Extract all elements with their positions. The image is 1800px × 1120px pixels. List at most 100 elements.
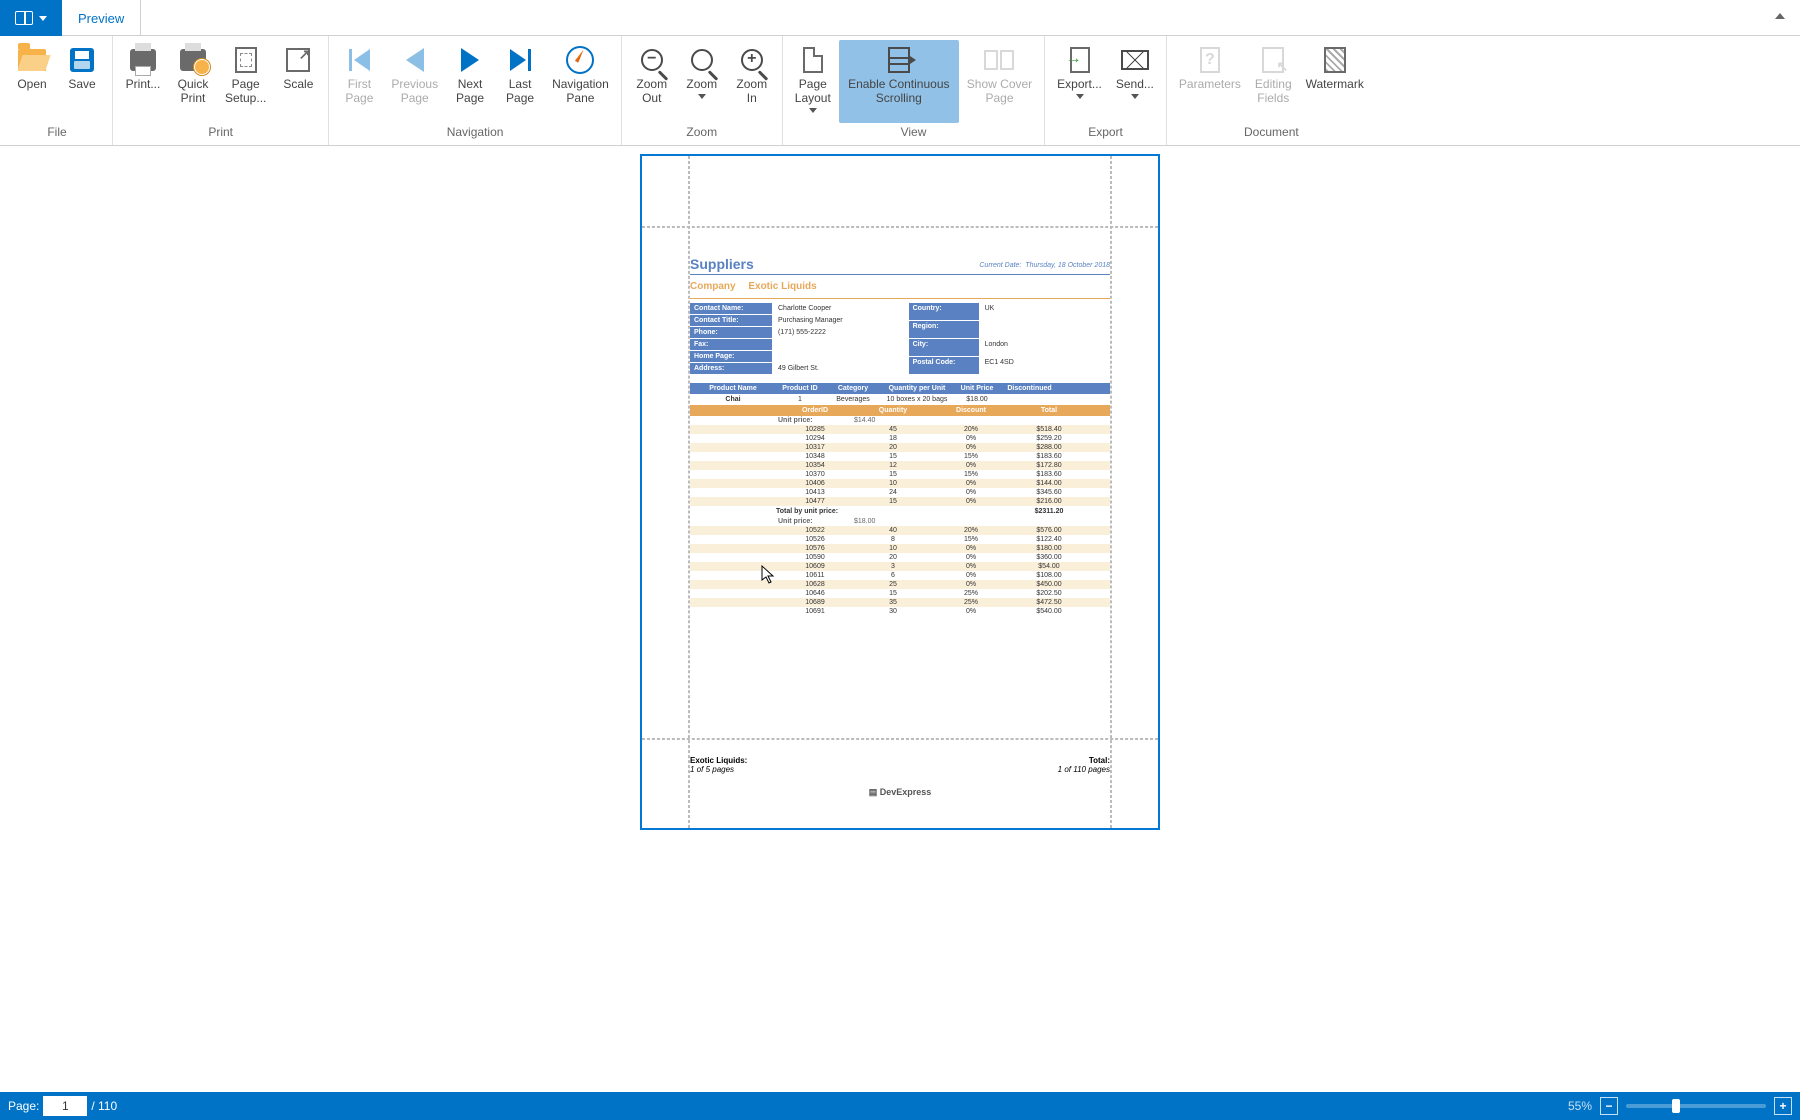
group-navigation: First Page Previous Page Next Page Last … xyxy=(329,36,621,145)
report-date: Current Date: Thursday, 18 October 2018 xyxy=(979,262,1110,269)
parameters-icon: ? xyxy=(1200,47,1220,73)
group-label-document: Document xyxy=(1173,123,1370,143)
continuous-scrolling-button[interactable]: Enable Continuous Scrolling xyxy=(839,40,959,123)
zoom-slider-thumb[interactable] xyxy=(1672,1099,1680,1113)
contact-info: Contact Name:Charlotte Cooper Contact Ti… xyxy=(690,303,849,375)
group-label-file: File xyxy=(8,123,106,143)
report-page[interactable]: Current Date: Thursday, 18 October 2018 … xyxy=(640,154,1160,830)
export-button[interactable]: Export... xyxy=(1051,40,1108,123)
last-page-button[interactable]: Last Page xyxy=(496,40,544,123)
collapse-ribbon-button[interactable] xyxy=(1772,8,1788,24)
order-row: 106461525%$202.50 xyxy=(690,589,1110,598)
margin-guide xyxy=(1110,156,1112,828)
page-footer: Exotic Liquids:1 of 5 pages Total:1 of 1… xyxy=(690,756,1110,774)
send-button[interactable]: Send... xyxy=(1110,40,1160,123)
order-row: 10317200%$288.00 xyxy=(690,443,1110,452)
order-row: 103481515%$183.60 xyxy=(690,452,1110,461)
tab-preview[interactable]: Preview xyxy=(62,0,141,36)
group-print: Print... Quick Print Page Setup... Scale… xyxy=(113,36,329,145)
page-label: Page: xyxy=(8,1099,39,1113)
preview-area[interactable]: Current Date: Thursday, 18 October 2018 … xyxy=(0,146,1800,1092)
next-page-button[interactable]: Next Page xyxy=(446,40,494,123)
previous-page-icon xyxy=(406,48,424,72)
zoom-percent: 55% xyxy=(1568,1099,1592,1113)
folder-open-icon xyxy=(18,49,46,71)
previous-page-button: Previous Page xyxy=(385,40,444,123)
zoom-in-button[interactable]: Zoom In xyxy=(728,40,776,123)
order-row: 106893525%$472.50 xyxy=(690,598,1110,607)
order-row: 103701515%$183.60 xyxy=(690,470,1110,479)
order-row: 10691300%$540.00 xyxy=(690,607,1110,616)
save-icon xyxy=(70,48,94,72)
editing-fields-icon xyxy=(1262,47,1284,73)
order-row: 105224020%$576.00 xyxy=(690,526,1110,535)
order-row: 1061160%$108.00 xyxy=(690,571,1110,580)
group-label-print: Print xyxy=(119,123,322,143)
show-cover-page-button: Show Cover Page xyxy=(961,40,1038,123)
app-menu-button[interactable] xyxy=(0,0,62,36)
save-button[interactable]: Save xyxy=(58,40,106,123)
zoom-icon xyxy=(691,49,713,71)
page-setup-button[interactable]: Page Setup... xyxy=(219,40,272,123)
zoom-slider[interactable] xyxy=(1626,1104,1766,1108)
zoom-in-icon xyxy=(741,49,763,71)
mail-icon xyxy=(1121,50,1149,70)
print-button[interactable]: Print... xyxy=(119,40,167,123)
order-row: 10413240%$345.60 xyxy=(690,488,1110,497)
zoom-out-statusbar-button[interactable]: − xyxy=(1600,1097,1618,1115)
group-zoom: Zoom Out Zoom Zoom In Zoom xyxy=(622,36,783,145)
watermark-button[interactable]: Watermark xyxy=(1300,40,1370,123)
scale-icon xyxy=(286,48,310,72)
titlebar: Preview xyxy=(0,0,1800,36)
product-row: Chai1Beverages10 boxes x 20 bags$18.00 xyxy=(690,394,1110,405)
first-page-button: First Page xyxy=(335,40,383,123)
page-setup-icon xyxy=(235,47,257,73)
navigation-pane-button[interactable]: Navigation Pane xyxy=(546,40,615,123)
statusbar: Page: / 110 55% − + xyxy=(0,1092,1800,1120)
zoom-out-icon xyxy=(641,49,663,71)
order-row: 10294180%$259.20 xyxy=(690,434,1110,443)
last-page-icon xyxy=(510,49,531,71)
group-export: Export... Send... Export xyxy=(1045,36,1167,145)
cover-page-icon xyxy=(984,50,1014,70)
scale-button[interactable]: Scale xyxy=(274,40,322,123)
group-label-view: View xyxy=(789,123,1038,143)
printer-icon xyxy=(130,49,156,71)
next-page-icon xyxy=(461,48,479,72)
order-row: 10590200%$360.00 xyxy=(690,553,1110,562)
company-row: Company Exotic Liquids xyxy=(690,279,1110,299)
product-header: Product NameProduct IDCategoryQuantity p… xyxy=(690,383,1110,394)
info-grid: Contact Name:Charlotte Cooper Contact Ti… xyxy=(690,303,1110,375)
continuous-scroll-icon xyxy=(888,47,910,73)
group-label-navigation: Navigation xyxy=(335,123,614,143)
zoom-button[interactable]: Zoom xyxy=(678,40,726,123)
page-icon xyxy=(803,47,823,73)
chevron-down-icon xyxy=(39,16,47,21)
order-row: 10628250%$450.00 xyxy=(690,580,1110,589)
chevron-down-icon xyxy=(809,108,817,113)
compass-icon xyxy=(566,46,594,74)
watermark-icon xyxy=(1324,47,1346,73)
open-button[interactable]: Open xyxy=(8,40,56,123)
group-file: Open Save File xyxy=(2,36,113,145)
group-document: ?Parameters Editing Fields Watermark Doc… xyxy=(1167,36,1376,145)
editing-fields-button: Editing Fields xyxy=(1249,40,1298,123)
parameters-button: ?Parameters xyxy=(1173,40,1247,123)
zoom-controls: 55% − + xyxy=(1568,1097,1792,1115)
export-icon xyxy=(1070,47,1090,73)
quick-print-button[interactable]: Quick Print xyxy=(169,40,217,123)
page-total: / 110 xyxy=(91,1099,117,1113)
zoom-in-statusbar-button[interactable]: + xyxy=(1774,1097,1792,1115)
book-icon xyxy=(15,11,33,25)
zoom-out-button[interactable]: Zoom Out xyxy=(628,40,676,123)
order-row: 102854520%$518.40 xyxy=(690,425,1110,434)
page-number-input[interactable] xyxy=(43,1096,87,1116)
margin-guide xyxy=(642,226,1158,228)
unit-price-row: Unit price:$18.00 xyxy=(690,517,1110,526)
devexpress-logo: DevExpress xyxy=(642,787,1158,798)
order-row: 10406100%$144.00 xyxy=(690,479,1110,488)
group-view: Page Layout Enable Continuous Scrolling … xyxy=(783,36,1045,145)
order-header: OrderIDQuantityDiscountTotal xyxy=(690,405,1110,416)
chevron-down-icon xyxy=(1076,94,1084,99)
page-layout-button[interactable]: Page Layout xyxy=(789,40,837,123)
